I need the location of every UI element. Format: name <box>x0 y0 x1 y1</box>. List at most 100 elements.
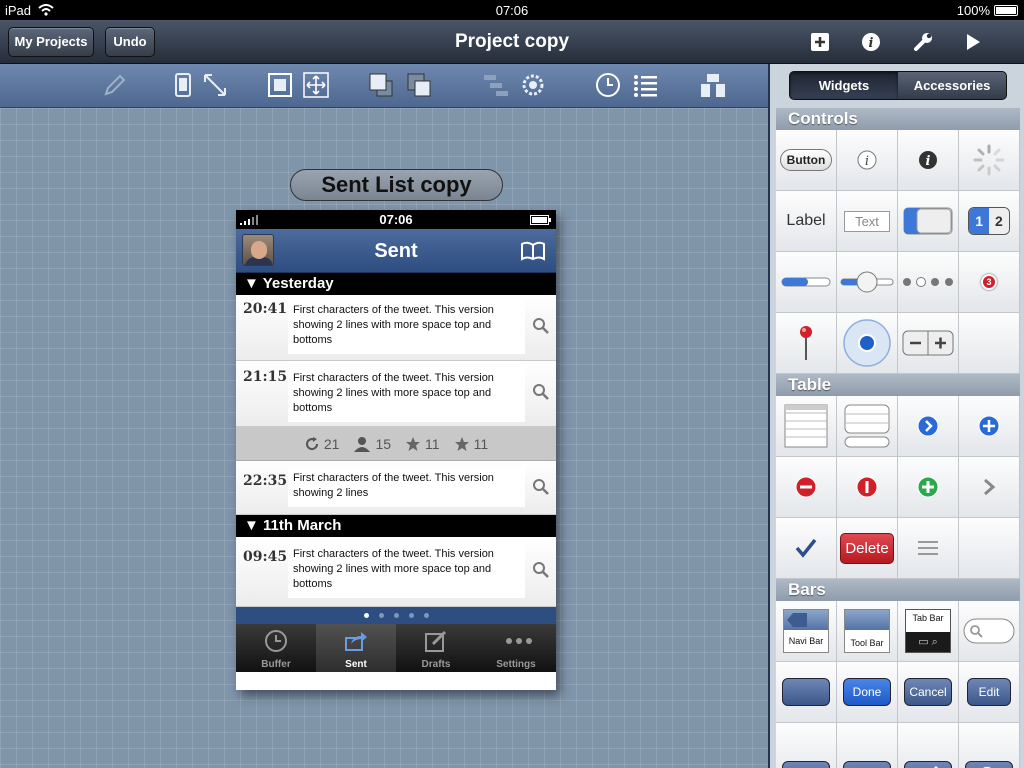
row-time: 09:45 <box>243 549 288 565</box>
widget-location-dot[interactable] <box>837 313 898 374</box>
widget-reorder-control[interactable] <box>898 518 959 579</box>
widget-text-field[interactable]: Text <box>837 191 898 252</box>
slider-icon <box>840 271 894 293</box>
tab-accessories[interactable]: Accessories <box>898 72 1006 99</box>
align-icon[interactable] <box>698 70 728 100</box>
settings-gear-icon[interactable] <box>518 70 548 100</box>
widget-checkmark[interactable] <box>776 518 837 579</box>
widget-info-dark[interactable]: i <box>898 130 959 191</box>
minus-vertical-icon <box>856 476 878 498</box>
widget-map-pin[interactable] <box>776 313 837 374</box>
widget-bar-compose[interactable] <box>898 723 959 768</box>
widget-info-light[interactable]: i <box>837 130 898 191</box>
wrench-icon[interactable] <box>910 29 936 55</box>
battery-indicator: 100% <box>957 3 1018 18</box>
widget-switch[interactable] <box>898 191 959 252</box>
spinner-icon <box>973 144 1005 176</box>
widget-stepper[interactable] <box>898 313 959 374</box>
widget-delete-button[interactable]: Delete <box>837 518 898 579</box>
widget-bar-camera[interactable] <box>837 723 898 768</box>
widget-detail-disclosure[interactable] <box>898 396 959 457</box>
phone-title: Sent <box>374 240 418 262</box>
page-dots-icon <box>903 277 953 287</box>
widget-grouped-table[interactable] <box>837 396 898 457</box>
send-back-icon[interactable] <box>404 70 434 100</box>
tab-settings[interactable]: Settings <box>476 624 556 672</box>
share-icon <box>345 632 367 651</box>
widget-tab-bar[interactable]: Tab Bar ▭ ⌕ <box>898 601 959 662</box>
list-item[interactable]: 22:35 First characters of the tweet. Thi… <box>236 461 556 515</box>
widget-navigation-bar[interactable]: Navi Bar <box>776 601 837 662</box>
controls-grid: Button i i Label Text 12 3 <box>776 130 1020 374</box>
battery-icon <box>994 5 1018 16</box>
widget-bar-button-plain[interactable] <box>776 662 837 723</box>
play-icon[interactable] <box>960 29 986 55</box>
list-item[interactable]: 20:41 First characters of the tweet. Thi… <box>236 295 556 361</box>
undo-button[interactable]: Undo <box>105 27 155 57</box>
clock-icon[interactable] <box>593 70 623 100</box>
move-icon[interactable] <box>301 70 331 100</box>
widget-page-control[interactable] <box>898 252 959 313</box>
pencil-icon[interactable] <box>100 70 130 100</box>
table-grid: Delete <box>776 396 1020 579</box>
info-light-icon: i <box>857 150 877 170</box>
widget-slider[interactable] <box>837 252 898 313</box>
resize-diagonal-icon[interactable] <box>200 70 230 100</box>
progress-icon <box>781 277 831 287</box>
phone-nav-bar: Sent <box>236 229 556 273</box>
widget-bar-add[interactable] <box>776 723 837 768</box>
fit-frame-icon[interactable] <box>265 70 295 100</box>
tab-drafts[interactable]: Drafts <box>396 624 476 672</box>
widget-segmented-control[interactable]: 12 <box>959 191 1020 252</box>
list-item[interactable]: 21:15 First characters of the tweet. Thi… <box>236 361 556 427</box>
widget-toolbar[interactable]: Tool Bar <box>837 601 898 662</box>
widget-bar-search[interactable] <box>959 723 1020 768</box>
bring-front-icon[interactable] <box>366 70 396 100</box>
phone-battery-icon <box>530 215 551 225</box>
book-icon[interactable] <box>520 241 546 261</box>
search-icon[interactable] <box>532 317 550 335</box>
device-orientation-icon[interactable] <box>168 70 198 100</box>
reorder-icon <box>918 541 938 555</box>
widget-disclosure-indicator[interactable] <box>959 457 1020 518</box>
star-count: 11 <box>454 436 488 452</box>
widget-search-bar[interactable] <box>959 601 1020 662</box>
search-icon[interactable] <box>532 561 550 579</box>
info-icon[interactable]: i <box>858 29 884 55</box>
list-item[interactable]: 09:45 First characters of the tweet. Thi… <box>236 537 556 607</box>
widget-badge[interactable]: 3 <box>959 252 1020 313</box>
widget-button[interactable]: Button <box>776 130 837 191</box>
add-icon[interactable] <box>807 29 833 55</box>
bars-grid: Navi Bar Tool Bar Tab Bar ▭ ⌕ Done Cancel… <box>776 601 1020 768</box>
star-icon <box>454 436 469 451</box>
tab-buffer[interactable]: Buffer <box>236 624 316 672</box>
edit-toolbar <box>0 64 768 108</box>
page-indicator[interactable] <box>236 607 556 624</box>
widget-insert-control[interactable] <box>898 457 959 518</box>
tab-sent[interactable]: Sent <box>316 624 396 672</box>
list-icon[interactable] <box>630 70 660 100</box>
widget-plain-table[interactable] <box>776 396 837 457</box>
screen-name-label[interactable]: Sent List copy <box>290 169 503 201</box>
widget-bar-button-done[interactable]: Done <box>837 662 898 723</box>
widget-label[interactable]: Label <box>776 191 837 252</box>
widget-delete-rotated[interactable] <box>837 457 898 518</box>
widget-progress-bar[interactable] <box>776 252 837 313</box>
tab-widgets[interactable]: Widgets <box>790 72 898 99</box>
search-icon[interactable] <box>532 383 550 401</box>
phone-tab-bar: Buffer Sent Drafts Settings <box>236 624 556 672</box>
search-icon[interactable] <box>532 478 550 496</box>
section-controls: Controls <box>776 108 1020 130</box>
widget-bar-button-cancel[interactable]: Cancel <box>898 662 959 723</box>
row-time: 22:35 <box>243 473 288 489</box>
my-projects-button[interactable]: My Projects <box>8 27 94 57</box>
widget-add-contact[interactable] <box>959 396 1020 457</box>
retweet-count: 21 <box>304 436 339 452</box>
widget-delete-control[interactable] <box>776 457 837 518</box>
clock-icon <box>265 630 287 652</box>
widget-activity-indicator[interactable] <box>959 130 1020 191</box>
hierarchy-icon[interactable] <box>481 70 511 100</box>
phone-screen-mockup[interactable]: 07:06 Sent ▼ Yesterday 20:41 First chara… <box>236 210 556 690</box>
widget-bar-button-edit[interactable]: Edit <box>959 662 1020 723</box>
row-text: First characters of the tweet. This vers… <box>288 467 525 507</box>
